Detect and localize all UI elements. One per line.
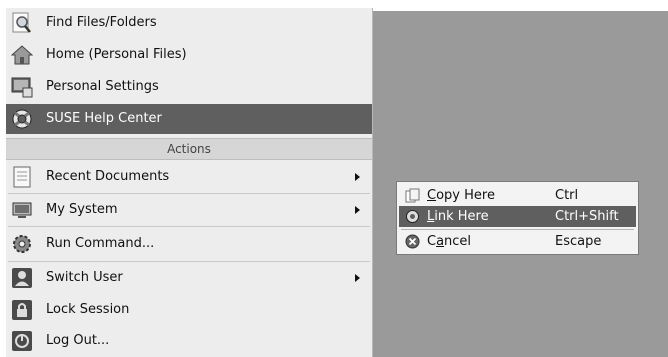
settings-icon [10,75,34,99]
menu-item-personal-settings[interactable]: Personal Settings [6,72,372,102]
context-item-copy-here[interactable]: Copy Here Ctrl [399,185,636,206]
menu-item-my-system[interactable]: My System [6,195,372,225]
cancel-icon [405,234,420,249]
menu-item-recent-documents[interactable]: Recent Documents [6,162,372,192]
context-item-link-here[interactable]: Link Here Ctrl+Shift [399,206,636,227]
start-menu: Find Files/Folders Home (Personal Files)… [6,8,373,357]
submenu-arrow-icon [355,173,360,181]
context-item-shortcut: Ctrl+Shift [555,209,619,224]
menu-separator [8,226,370,227]
power-icon [10,329,34,353]
context-item-shortcut: Escape [555,234,602,249]
home-icon [10,43,34,67]
menu-item-switch-user[interactable]: Switch User [6,263,372,293]
section-header-actions: Actions [6,138,372,160]
context-item-label: Cancel [427,234,472,249]
copy-icon [405,188,420,203]
menu-separator [8,193,370,194]
menu-item-home[interactable]: Home (Personal Files) [6,40,372,70]
user-icon [10,266,34,290]
drop-context-menu: Copy Here Ctrl Link Here Ctrl+Shift Canc… [396,181,639,255]
context-item-label: Copy Here [427,188,495,203]
menu-item-find-files[interactable]: Find Files/Folders [6,8,372,38]
menu-item-label: Find Files/Folders [46,15,157,30]
menu-item-run-command[interactable]: Run Command... [6,229,372,259]
computer-icon [10,198,34,222]
submenu-arrow-icon [355,206,360,214]
menu-item-help-center[interactable]: SUSE Help Center [6,104,372,134]
menu-item-label: Switch User [46,270,123,285]
menu-item-label: Recent Documents [46,169,170,184]
menu-item-label: Home (Personal Files) [46,47,187,62]
gear-icon [10,232,34,256]
context-item-shortcut: Ctrl [555,188,579,203]
magnifier-icon [10,11,34,35]
menu-item-label: Personal Settings [46,79,159,94]
document-icon [10,165,34,189]
context-separator [401,229,634,230]
lifebuoy-icon [10,107,34,131]
menu-item-label: Lock Session [46,302,130,317]
menu-item-log-out[interactable]: Log Out... [6,326,372,356]
menu-item-lock-session[interactable]: Lock Session [6,295,372,325]
context-item-cancel[interactable]: Cancel Escape [399,231,636,252]
menu-item-label: My System [46,202,118,217]
link-icon [405,209,420,224]
menu-item-label: Log Out... [46,333,110,348]
context-item-label: Link Here [427,209,489,224]
menu-item-label: Run Command... [46,236,155,251]
menu-item-label: SUSE Help Center [46,111,162,126]
menu-separator [8,261,370,262]
submenu-arrow-icon [355,274,360,282]
lock-icon [10,298,34,322]
